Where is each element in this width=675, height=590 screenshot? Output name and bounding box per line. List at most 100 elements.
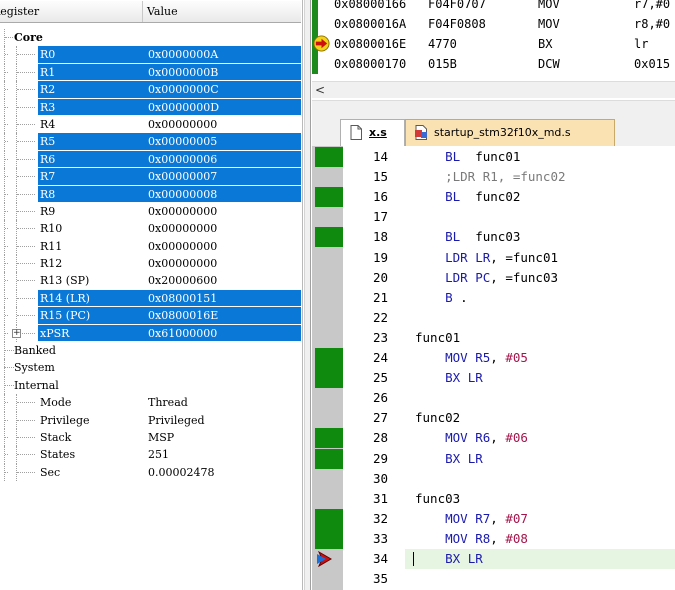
register-row[interactable]: R1 0x0000000B — [0, 63, 301, 82]
register-row[interactable]: R5 0x00000005 — [0, 133, 301, 151]
register-value[interactable]: Privileged — [148, 412, 205, 429]
code-line[interactable]: 29 BX LR — [312, 448, 675, 469]
register-row[interactable]: R6 0x00000006 — [0, 150, 301, 169]
register-row[interactable]: Core — [0, 29, 301, 47]
register-value[interactable]: 0.00002478 — [148, 464, 214, 481]
code-text: func02 — [415, 408, 460, 428]
source-editor[interactable]: 14 BL func01 15 ;LDR R1, =func02 16 BL fun… — [312, 146, 675, 590]
register-row[interactable]: R2 0x0000000C — [0, 81, 301, 99]
code-text: MOV R5, #05 — [415, 348, 528, 368]
value-column-header[interactable]: Value — [144, 1, 301, 22]
register-value[interactable]: 0x0800016E — [148, 307, 218, 324]
disassembly-opcode: 4770 — [428, 37, 457, 51]
register-value[interactable]: Thread — [148, 394, 188, 411]
register-value[interactable]: 0x20000600 — [148, 272, 217, 289]
register-row[interactable]: R8 0x00000008 — [0, 185, 301, 203]
register-value[interactable]: 0x00000006 — [148, 151, 217, 168]
code-line[interactable]: 25 BX LR — [312, 368, 675, 389]
register-name: Privilege — [40, 413, 90, 427]
code-line[interactable]: 19 LDR LR, =func01 — [312, 248, 675, 268]
register-row[interactable]: System — [0, 359, 301, 377]
disassembly-row[interactable]: 0x0800016E 4770 BX lr — [312, 34, 675, 54]
code-line[interactable]: 34 BX LR — [312, 549, 675, 569]
code-line[interactable]: 30 — [312, 469, 675, 489]
register-row[interactable]: R9 0x00000000 — [0, 202, 301, 221]
line-number: 25 — [372, 370, 388, 386]
register-value[interactable]: 0x61000000 — [148, 325, 217, 342]
register-value[interactable]: 0x0000000B — [148, 64, 218, 81]
execution-mark — [315, 187, 343, 208]
register-value[interactable]: 0x00000000 — [148, 116, 217, 133]
register-row[interactable]: R0 0x0000000A — [0, 46, 301, 64]
code-line[interactable]: 28 MOV R6, #06 — [312, 428, 675, 449]
line-number: 23 — [372, 329, 388, 345]
scroll-left-icon[interactable]: < — [315, 82, 325, 99]
register-row[interactable]: R10 0x00000000 — [0, 220, 301, 238]
code-line[interactable]: 21 B . — [312, 288, 675, 308]
code-line[interactable]: 27 func02 — [312, 408, 675, 428]
code-line[interactable]: 14 BL func01 — [312, 147, 675, 167]
code-line[interactable]: 32 MOV R7, #07 — [312, 508, 675, 529]
register-row[interactable]: States 251 — [0, 446, 301, 464]
tab-startup-stm32f10x-md-s[interactable]: startup_stm32f10x_md.s — [405, 119, 615, 146]
register-value[interactable]: 251 — [148, 446, 169, 463]
tree-line — [5, 71, 8, 73]
disassembly-row[interactable]: 0x08000170 015B DCW 0x015 — [312, 54, 675, 74]
code-line[interactable]: 35 — [312, 569, 675, 589]
register-row[interactable]: R11 0x00000000 — [0, 237, 301, 256]
register-row[interactable]: Privilege Privileged — [0, 411, 301, 429]
panel-splitter[interactable] — [304, 0, 311, 590]
code-line[interactable]: 23 func01 — [312, 328, 675, 348]
register-value[interactable]: 0x00000000 — [148, 255, 217, 272]
register-value[interactable]: MSP — [148, 429, 174, 446]
register-row[interactable]: R15 (PC) 0x0800016E — [0, 307, 301, 325]
register-row[interactable]: Internal — [0, 376, 301, 395]
register-row[interactable]: R12 0x00000000 — [0, 255, 301, 273]
register-row[interactable]: R7 0x00000007 — [0, 168, 301, 186]
code-token: LDR — [415, 269, 476, 285]
register-value[interactable]: 0x00000000 — [148, 220, 217, 237]
register-value[interactable]: 0x00000000 — [148, 238, 217, 255]
register-row[interactable]: R3 0x0000000D — [0, 98, 301, 116]
register-row[interactable]: R13 (SP) 0x20000600 — [0, 272, 301, 290]
code-line[interactable]: 15 ;LDR R1, =func02 — [312, 167, 675, 187]
tree-line — [5, 471, 8, 473]
register-row[interactable]: R4 0x00000000 — [0, 115, 301, 134]
code-line[interactable]: 16 BL func02 — [312, 187, 675, 208]
register-value[interactable]: 0x08000151 — [148, 290, 217, 307]
code-line[interactable]: 17 — [312, 207, 675, 227]
code-line[interactable]: 26 — [312, 388, 675, 408]
disassembly-horizontal-scrollbar[interactable]: < — [312, 81, 675, 98]
register-row[interactable]: R14 (LR) 0x08000151 — [0, 289, 301, 308]
code-line[interactable]: 31 func03 — [312, 489, 675, 509]
code-line[interactable]: 20 LDR PC, =func03 — [312, 268, 675, 288]
register-value[interactable]: 0x00000008 — [148, 186, 217, 203]
code-text: BL func03 — [415, 227, 520, 247]
code-text: BL func01 — [415, 147, 520, 167]
register-row[interactable]: + xPSR 0x61000000 — [0, 324, 301, 343]
disassembly-mnemonic: MOV — [538, 17, 560, 31]
register-row[interactable]: Sec 0.00002478 — [0, 463, 301, 482]
tree-line — [17, 141, 35, 143]
code-line[interactable]: 18 BL func03 — [312, 227, 675, 248]
disassembly-row[interactable]: 0x08000166 F04F0707 MOV r7,#0 — [312, 0, 675, 14]
code-line[interactable]: 22 — [312, 308, 675, 328]
register-value[interactable]: 0x0000000D — [148, 99, 219, 116]
register-row[interactable]: Stack MSP — [0, 428, 301, 447]
code-line[interactable]: 24 MOV R5, #05 — [312, 348, 675, 368]
register-value[interactable]: 0x00000007 — [148, 168, 217, 185]
register-row[interactable]: Mode Thread — [0, 394, 301, 412]
code-token: #07 — [505, 510, 528, 526]
code-token: BX — [415, 370, 468, 386]
tab-x-s[interactable]: x.s — [340, 119, 405, 146]
expand-icon[interactable]: + — [12, 328, 21, 338]
register-name: R3 — [40, 100, 56, 114]
register-column-header[interactable]: Register — [0, 1, 143, 22]
disassembly-row[interactable]: 0x0800016A F04F0808 MOV r8,#0 — [312, 14, 675, 34]
register-value[interactable]: 0x0000000C — [148, 81, 219, 98]
register-value[interactable]: 0x00000005 — [148, 133, 217, 150]
register-row[interactable]: Banked — [0, 342, 301, 360]
register-value[interactable]: 0x0000000A — [148, 46, 218, 63]
register-value[interactable]: 0x00000000 — [148, 203, 217, 220]
code-line[interactable]: 33 MOV R8, #08 — [312, 528, 675, 549]
